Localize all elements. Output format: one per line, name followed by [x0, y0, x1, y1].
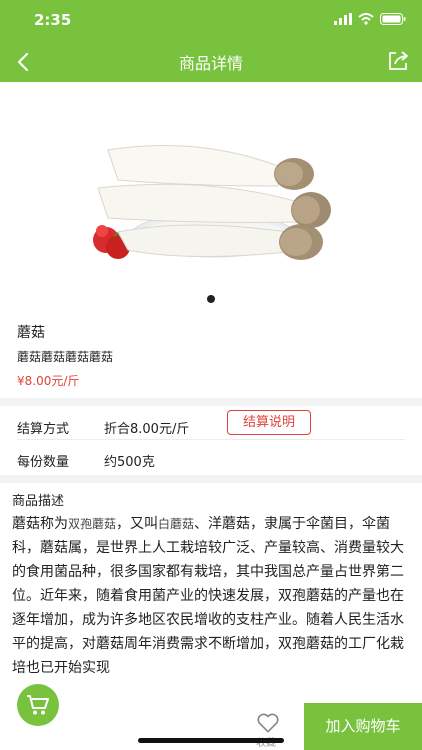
description-highlight: 白蘑菇 [158, 517, 195, 531]
product-name: 蘑菇 [17, 325, 45, 341]
spec-label: 每份数量 [17, 455, 70, 470]
status-time: 2:35 [34, 11, 72, 29]
page-title: 商品详情 [178, 54, 243, 73]
home-indicator [138, 738, 284, 743]
product-image [93, 145, 331, 260]
signal-icon [334, 13, 352, 25]
status-bar: 2:35 [0, 0, 422, 40]
battery-icon [380, 13, 406, 25]
description-part: ，又叫 [116, 516, 159, 532]
description-text: 蘑菇称为双孢蘑菇，又叫白蘑菇、洋蘑菇，隶属于伞菌目，伞菌科，蘑菇属，是世界上人工… [12, 512, 412, 680]
spec-value: 约500克 [104, 455, 155, 470]
floating-cart-button[interactable] [17, 684, 59, 726]
wifi-icon [358, 13, 374, 25]
shopping-cart-icon [27, 695, 49, 715]
product-info: 蘑菇 蘑菇蘑菇蘑菇蘑菇 ¥8.00元/斤 [0, 312, 422, 396]
product-image-gallery[interactable] [0, 82, 422, 312]
description-part: 蘑菇称为 [12, 516, 68, 532]
status-icons [334, 13, 406, 25]
product-price: ¥8.00元/斤 [17, 374, 80, 388]
section-divider [0, 475, 422, 483]
settlement-info-button[interactable]: 结算说明 [227, 410, 311, 435]
product-subtitle: 蘑菇蘑菇蘑菇蘑菇 [17, 350, 114, 364]
gallery-page-indicator [207, 295, 215, 303]
add-to-cart-button[interactable]: 加入购物车 [304, 703, 422, 750]
description-title: 商品描述 [12, 494, 65, 509]
spec-value: 折合8.00元/斤 [104, 422, 190, 437]
spec-label: 结算方式 [17, 422, 70, 437]
section-divider [0, 398, 422, 406]
spec-divider [17, 439, 405, 440]
nav-bar: 商品详情 [0, 40, 422, 82]
share-icon[interactable] [386, 49, 410, 73]
description-highlight: 双孢蘑菇 [68, 517, 117, 531]
description-part: 、洋蘑菇，隶属于伞菌目，伞菌科，蘑菇属，是世界上人工栽培较广泛、产量较高、消费量… [12, 516, 404, 676]
heart-icon[interactable] [255, 710, 281, 736]
spec-row-quantity: 每份数量 约500克 [0, 443, 422, 477]
